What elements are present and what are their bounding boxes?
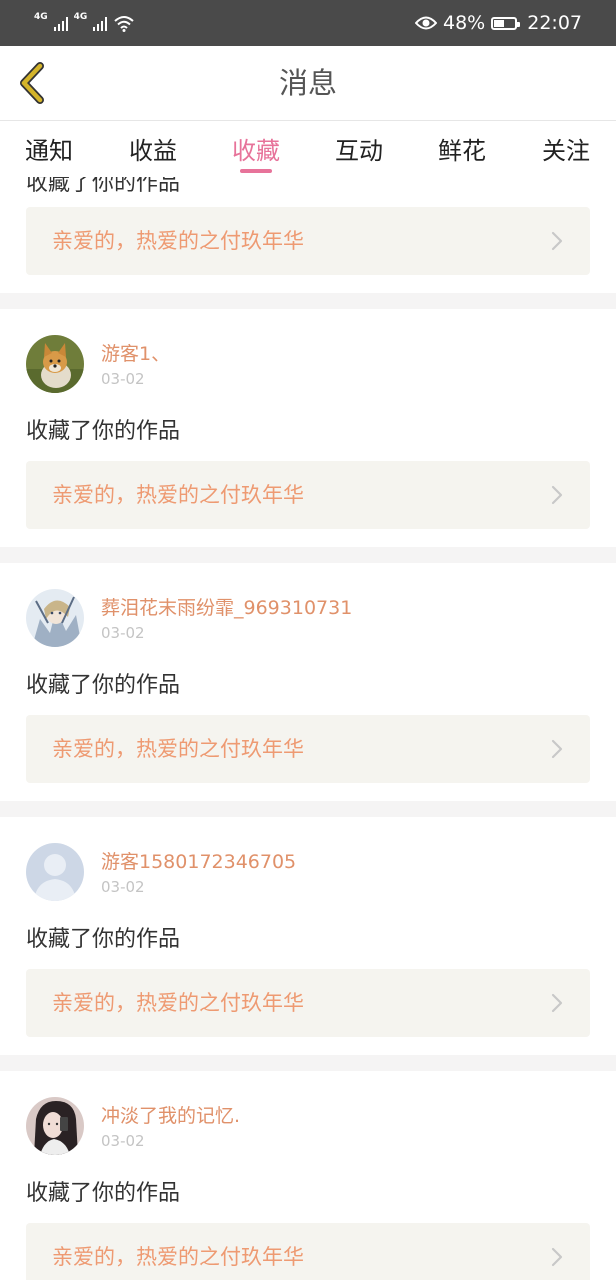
date: 03-02 — [101, 624, 145, 642]
default-user-avatar[interactable] — [26, 843, 84, 901]
eye-icon — [415, 16, 437, 30]
work-link[interactable]: 亲爱的，热爱的之付玖年华 — [26, 969, 590, 1037]
signal-icon — [93, 15, 108, 31]
work-title: 亲爱的，热爱的之付玖年华 — [52, 1245, 304, 1269]
clock: 22:07 — [527, 12, 582, 34]
work-link[interactable]: 亲爱的，热爱的之付玖年华 — [26, 461, 590, 529]
username[interactable]: 游客1580172346705 — [101, 847, 296, 874]
action-text: 收藏了你的作品 — [26, 673, 181, 698]
work-title: 亲爱的，热爱的之付玖年华 — [52, 483, 304, 507]
tab-earnings[interactable]: 收益 — [129, 131, 177, 166]
battery-percent: 48% — [443, 12, 486, 34]
dog-photo-avatar[interactable] — [26, 335, 84, 393]
chevron-right-icon — [551, 485, 563, 505]
work-title: 亲爱的，热爱的之付玖年华 — [52, 737, 304, 761]
list-item: 游客1580172346705 03-02 收藏了你的作品 亲爱的，热爱的之付玖… — [0, 817, 616, 1055]
date: 03-02 — [101, 1132, 145, 1150]
tab-notifications[interactable]: 通知 — [25, 131, 73, 166]
tab-favorites[interactable]: 收藏 — [232, 131, 280, 166]
username[interactable]: 游客1、 — [101, 339, 170, 366]
work-link[interactable]: 亲爱的，热爱的之付玖年华 — [26, 207, 590, 275]
chevron-right-icon — [551, 739, 563, 759]
list-item: 葬泪花末雨纷霏_969310731 03-02 收藏了你的作品 亲爱的，热爱的之… — [0, 563, 616, 801]
work-link[interactable]: 亲爱的，热爱的之付玖年华 — [26, 715, 590, 783]
date: 03-02 — [101, 878, 145, 896]
signal-icon — [53, 15, 68, 31]
list-item-partial: 收藏了你的作品 亲爱的，热爱的之付玖年华 — [0, 177, 616, 293]
action-text: 收藏了你的作品 — [26, 1181, 181, 1206]
chevron-right-icon — [551, 1247, 563, 1267]
work-link[interactable]: 亲爱的，热爱的之付玖年华 — [26, 1223, 590, 1280]
action-text: 收藏了你的作品 — [26, 927, 181, 952]
page-title: 消息 — [278, 66, 337, 100]
network-type-2: 4G — [73, 11, 88, 22]
status-left: 4G 4G — [34, 10, 135, 36]
status-bar: 4G 4G 48% 22:07 — [0, 0, 616, 46]
divider — [0, 293, 616, 309]
tab-bar: 通知 收益 收藏 互动 鲜花 关注 — [0, 121, 616, 177]
active-tab-indicator — [240, 169, 272, 173]
network-type-1: 4G — [34, 11, 48, 22]
work-title: 亲爱的，热爱的之付玖年华 — [52, 229, 304, 253]
date: 03-02 — [101, 370, 145, 388]
work-title: 亲爱的，热爱的之付玖年华 — [52, 991, 304, 1015]
divider — [0, 801, 616, 817]
tab-flowers[interactable]: 鲜花 — [438, 131, 486, 166]
tab-following[interactable]: 关注 — [542, 131, 590, 166]
favorites-feed[interactable]: 收藏了你的作品 亲爱的，热爱的之付玖年华 游客1、 03-02 收藏了你的作品 … — [0, 177, 616, 1280]
portrait-photo-avatar[interactable] — [26, 1097, 84, 1155]
list-item: 冲淡了我的记忆. 03-02 收藏了你的作品 亲爱的，热爱的之付玖年华 — [0, 1071, 616, 1280]
battery-icon — [491, 16, 521, 30]
list-item: 游客1、 03-02 收藏了你的作品 亲爱的，热爱的之付玖年华 — [0, 309, 616, 547]
action-text: 收藏了你的作品 — [26, 419, 181, 444]
username[interactable]: 葬泪花末雨纷霏_969310731 — [101, 593, 352, 620]
header: 消息 — [0, 46, 616, 121]
battery-fill — [494, 19, 505, 27]
anime-avatar[interactable] — [26, 589, 84, 647]
divider — [0, 1055, 616, 1071]
status-right: 48% 22:07 — [415, 10, 582, 36]
username[interactable]: 冲淡了我的记忆. — [101, 1101, 240, 1128]
wifi-icon — [114, 16, 134, 32]
divider — [0, 547, 616, 563]
chevron-right-icon — [551, 993, 563, 1013]
action-text: 收藏了你的作品 — [26, 177, 181, 196]
chevron-right-icon — [551, 231, 563, 251]
tab-interactions[interactable]: 互动 — [335, 131, 383, 166]
